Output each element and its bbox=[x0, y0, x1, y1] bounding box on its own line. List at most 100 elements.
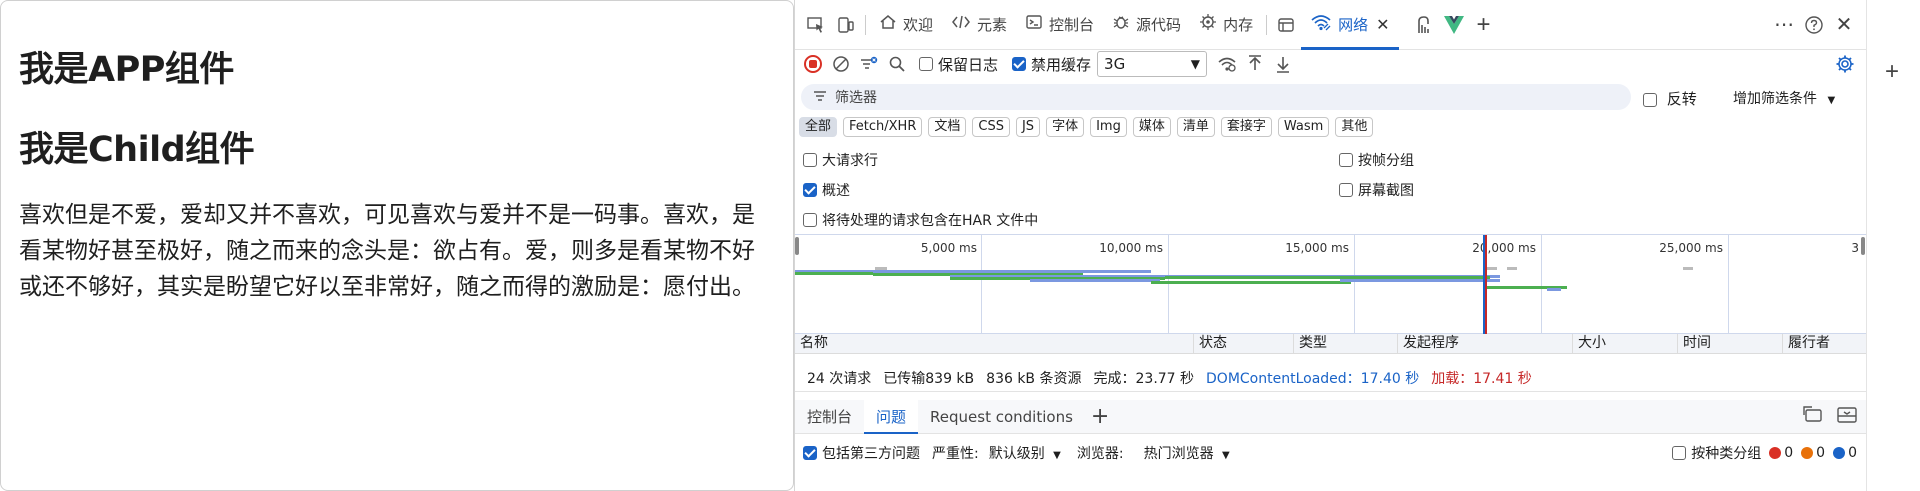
severity-dropdown[interactable]: 默认级别 ▼ bbox=[989, 443, 1061, 463]
undock-drawer-icon[interactable] bbox=[1803, 405, 1823, 428]
third-party-box[interactable] bbox=[803, 446, 817, 460]
record-icon[interactable] bbox=[799, 50, 827, 78]
screenshots-checkbox[interactable]: 屏幕截图 bbox=[1339, 180, 1414, 200]
preserve-log-box[interactable] bbox=[919, 57, 933, 71]
network-overview[interactable]: 5,000 ms 10,000 ms 15,000 ms 20,000 ms 2… bbox=[795, 234, 1867, 335]
browser-dropdown[interactable]: 热门浏览器 ▼ bbox=[1144, 443, 1230, 463]
clear-icon[interactable] bbox=[827, 50, 855, 78]
throttle-select[interactable]: 3G ▼ bbox=[1097, 51, 1208, 77]
devtools-tabbar: 欢迎 元素 控制台 源代码 内存 网络 ✕ + ⋯ ✕ bbox=[795, 0, 1867, 50]
group-by-kind-checkbox[interactable]: 按种类分组 bbox=[1672, 443, 1761, 463]
type-chip-css[interactable]: CSS bbox=[972, 117, 1010, 137]
tab-console[interactable]: 控制台 bbox=[1016, 0, 1103, 50]
overview-gridline bbox=[1168, 235, 1169, 335]
type-chip-font[interactable]: 字体 bbox=[1046, 117, 1085, 137]
close-devtools-icon[interactable]: ✕ bbox=[1829, 10, 1859, 40]
overview-bar bbox=[1487, 267, 1497, 270]
third-party-label: 包括第三方问题 bbox=[822, 446, 920, 462]
tab-network[interactable]: 网络 ✕ bbox=[1301, 0, 1399, 50]
summary-load: 加载：17.41 秒 bbox=[1431, 370, 1532, 387]
help-icon[interactable] bbox=[1799, 10, 1829, 40]
disable-cache-checkbox[interactable]: 禁用缓存 bbox=[1012, 54, 1091, 75]
tab-elements[interactable]: 元素 bbox=[942, 0, 1016, 50]
type-chip-manifest[interactable]: 清单 bbox=[1176, 117, 1215, 137]
import-har-icon[interactable] bbox=[1241, 50, 1269, 78]
col-fulfilled-by[interactable]: 履行者 bbox=[1782, 334, 1867, 354]
inspect-icon[interactable] bbox=[801, 10, 831, 40]
child-paragraph: 喜欢但是不爱，爱却又并不喜欢，可见喜欢与爱并不是一码事。喜欢，是看某物好甚至极好… bbox=[19, 202, 755, 300]
network-toolbar: 保留日志 禁用缓存 3G ▼ bbox=[795, 50, 1867, 78]
network-conditions-icon[interactable] bbox=[1213, 50, 1241, 78]
group-by-frame-checkbox[interactable]: 按帧分组 bbox=[1339, 150, 1414, 170]
summary-resources: 836 kB 条资源 bbox=[986, 370, 1082, 387]
type-chip-media[interactable]: 媒体 bbox=[1132, 117, 1171, 137]
col-status[interactable]: 状态 bbox=[1193, 334, 1293, 354]
more-filters-dropdown[interactable]: 增加筛选条件 ▼ bbox=[1733, 88, 1835, 108]
tab-sources[interactable]: 源代码 bbox=[1103, 0, 1190, 50]
invert-checkbox[interactable]: 反转 bbox=[1643, 88, 1697, 109]
add-tab-icon[interactable]: + bbox=[1469, 10, 1499, 40]
overview-checkbox[interactable]: 概述 bbox=[803, 180, 850, 200]
type-chip-all[interactable]: 全部 bbox=[799, 117, 838, 137]
export-har-icon[interactable] bbox=[1269, 50, 1297, 78]
drawer-tab-issues[interactable]: 问题 bbox=[864, 399, 919, 434]
col-type[interactable]: 类型 bbox=[1293, 334, 1397, 354]
settings-gear-icon[interactable] bbox=[1831, 50, 1859, 78]
overview-right-handle[interactable] bbox=[1861, 237, 1865, 255]
tab-console-label: 控制台 bbox=[1049, 16, 1095, 34]
col-initiator[interactable]: 发起程序 bbox=[1397, 334, 1572, 354]
invert-box[interactable] bbox=[1643, 92, 1657, 107]
big-rows-box[interactable] bbox=[803, 153, 817, 167]
filter-toggle-icon[interactable] bbox=[855, 50, 883, 78]
tab-memory[interactable]: 内存 bbox=[1190, 0, 1262, 50]
vue-devtools-icon[interactable] bbox=[1439, 10, 1469, 40]
har-pending-checkbox[interactable]: 将待处理的请求包含在HAR 文件中 bbox=[803, 210, 1038, 230]
type-chip-img[interactable]: Img bbox=[1090, 117, 1127, 137]
add-panel-icon[interactable]: + bbox=[1885, 58, 1899, 86]
group-by-frame-label: 按帧分组 bbox=[1358, 153, 1414, 169]
type-chip-doc[interactable]: 文档 bbox=[928, 117, 967, 137]
group-by-kind-box[interactable] bbox=[1672, 446, 1687, 460]
preserve-log-checkbox[interactable]: 保留日志 bbox=[919, 54, 998, 75]
type-chip-socket[interactable]: 套接字 bbox=[1220, 117, 1272, 137]
browser-value: 热门浏览器 bbox=[1143, 446, 1214, 462]
rendered-page: 我是APP组件 我是Child组件 喜欢但是不爱，爱却又并不喜欢，可见喜欢与爱并… bbox=[0, 0, 794, 491]
disable-cache-box[interactable] bbox=[1012, 57, 1027, 71]
col-size[interactable]: 大小 bbox=[1572, 334, 1677, 354]
filter-input[interactable]: 筛选器 bbox=[801, 84, 1631, 110]
drawer-tab-console[interactable]: 控制台 bbox=[795, 400, 864, 434]
device-toolbar-icon[interactable] bbox=[831, 10, 861, 40]
overview-tick-label: 3 bbox=[1851, 241, 1859, 255]
info-icon bbox=[1833, 447, 1846, 459]
tab-welcome[interactable]: 欢迎 bbox=[870, 0, 942, 50]
overview-box[interactable] bbox=[803, 183, 817, 197]
more-filters-label: 增加筛选条件 bbox=[1733, 91, 1817, 107]
disable-cache-label: 禁用缓存 bbox=[1031, 55, 1092, 74]
more-options-icon[interactable]: ⋯ bbox=[1769, 10, 1799, 40]
overview-tick-label: 5,000 ms bbox=[920, 241, 977, 255]
third-party-checkbox[interactable]: 包括第三方问题 bbox=[803, 443, 920, 463]
type-chip-js[interactable]: JS bbox=[1015, 117, 1041, 137]
big-rows-checkbox[interactable]: 大请求行 bbox=[803, 150, 878, 170]
overview-left-handle[interactable] bbox=[795, 237, 799, 255]
performance-insights-icon[interactable] bbox=[1409, 10, 1439, 40]
har-pending-box[interactable] bbox=[803, 213, 817, 227]
drawer-tabbar: 控制台 问题 Request conditions + bbox=[795, 399, 1867, 434]
har-pending-label: 将待处理的请求包含在HAR 文件中 bbox=[822, 213, 1039, 229]
tab-elements-label: 元素 bbox=[977, 16, 1008, 34]
group-by-frame-box[interactable] bbox=[1339, 153, 1353, 167]
type-chip-wasm[interactable]: Wasm bbox=[1277, 117, 1330, 137]
drawer-tab-request-conditions[interactable]: Request conditions bbox=[918, 400, 1085, 434]
col-time[interactable]: 时间 bbox=[1677, 334, 1782, 354]
warning-count: 0 bbox=[1816, 445, 1826, 461]
type-chip-fetch[interactable]: Fetch/XHR bbox=[843, 117, 923, 137]
code-icon bbox=[951, 13, 971, 36]
close-icon[interactable]: ✕ bbox=[1376, 15, 1389, 34]
type-chip-other[interactable]: 其他 bbox=[1335, 117, 1374, 137]
col-name[interactable]: 名称 bbox=[795, 334, 1193, 354]
screenshots-box[interactable] bbox=[1339, 183, 1353, 197]
search-icon[interactable] bbox=[883, 50, 911, 78]
application-icon[interactable] bbox=[1271, 10, 1301, 40]
close-drawer-icon[interactable] bbox=[1837, 406, 1857, 428]
drawer-add-tab-icon[interactable]: + bbox=[1091, 404, 1109, 429]
